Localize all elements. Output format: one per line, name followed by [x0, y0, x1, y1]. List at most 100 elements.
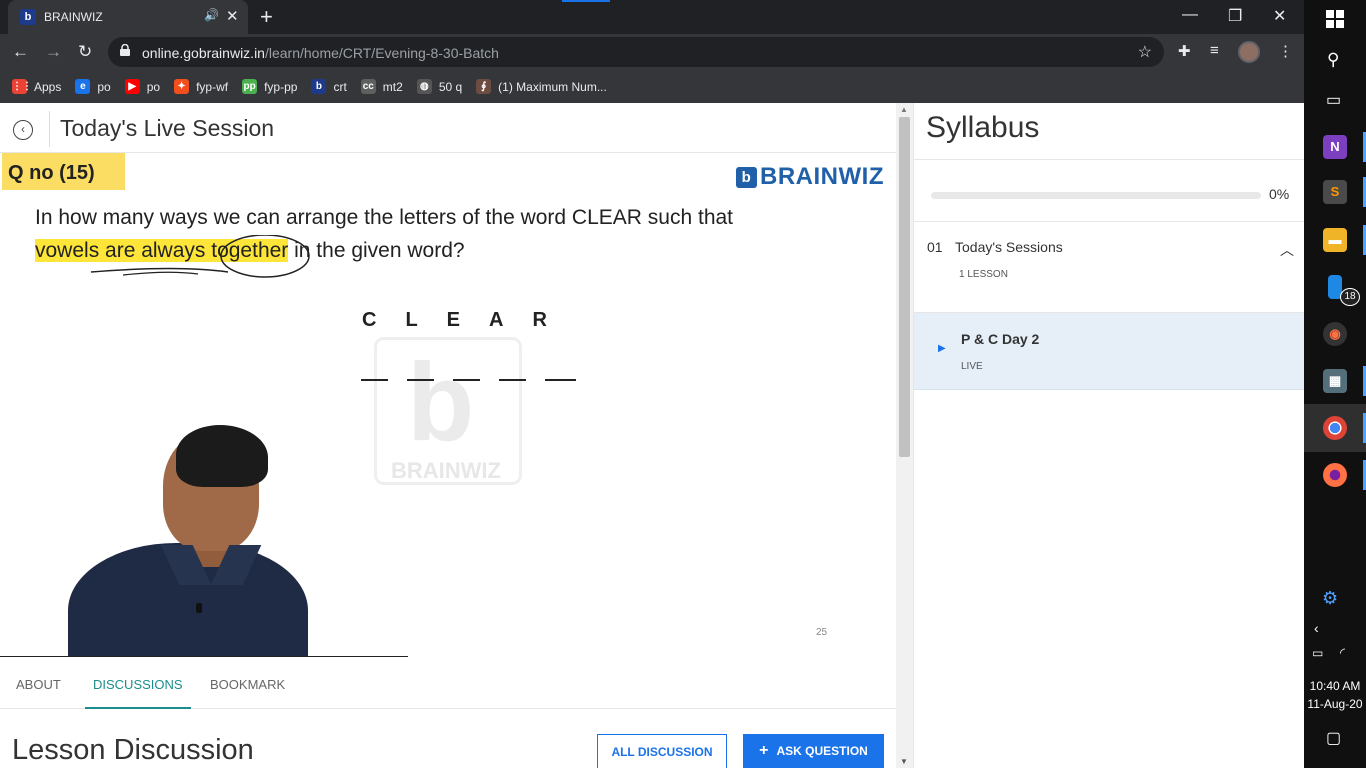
- tab-bookmark[interactable]: BOOKMARK: [202, 677, 293, 709]
- task-view-icon[interactable]: ▭: [1326, 90, 1341, 110]
- tab-strip-accent: [562, 0, 610, 2]
- bookmark-item[interactable]: e po: [75, 79, 111, 94]
- presenter-video: [0, 423, 408, 657]
- question-line-1: In how many ways we can arrange the lett…: [35, 206, 734, 229]
- lapel-mic: [196, 603, 202, 613]
- brainwiz-logo-icon: b: [736, 166, 757, 188]
- windows-start-icon[interactable]: [1326, 10, 1344, 28]
- bookmark-item[interactable]: ▶ po: [124, 79, 161, 94]
- tab-discussions[interactable]: DISCUSSIONS: [85, 677, 191, 709]
- profile-avatar[interactable]: [1238, 41, 1260, 63]
- scroll-down-icon[interactable]: ▼: [900, 757, 908, 766]
- lesson-discussion-title: Lesson Discussion: [12, 734, 254, 766]
- file-explorer-icon[interactable]: ▬: [1323, 228, 1347, 252]
- apps-grid-icon: ⋮⋮: [12, 79, 32, 94]
- clock-date[interactable]: 11-Aug-20: [1304, 697, 1366, 711]
- pen-annotation: [90, 235, 310, 278]
- back-arrow-icon[interactable]: ←: [12, 42, 29, 62]
- chevron-up-icon[interactable]: ︿: [1280, 240, 1294, 260]
- close-icon[interactable]: ✕: [1273, 6, 1286, 26]
- extensions-icon[interactable]: ✚: [1178, 42, 1191, 60]
- syllabus-section[interactable]: 01 Today's Sessions 1 LESSON ︿: [914, 221, 1305, 313]
- all-discussion-button[interactable]: ALL DISCUSSION: [597, 734, 727, 768]
- notification-center-icon[interactable]: ▢: [1326, 728, 1341, 748]
- brainwiz-logo: b BRAINWIZ: [736, 163, 884, 191]
- question-number: Q no (15): [8, 162, 95, 184]
- tab-audio-icon[interactable]: 🔊: [204, 8, 219, 22]
- bookmark-label: po: [146, 79, 161, 94]
- remote-assist-icon[interactable]: ⚙: [1322, 588, 1338, 609]
- media-control-icon[interactable]: ≡: [1210, 42, 1219, 59]
- tab-about[interactable]: ABOUT: [8, 677, 69, 709]
- bookmark-label: fyp-wf: [196, 79, 229, 94]
- bookmark-label: crt: [333, 79, 347, 94]
- page-scrollbar[interactable]: ▲ ▼: [896, 103, 913, 768]
- scroll-up-icon[interactable]: ▲: [900, 105, 908, 114]
- lesson-tabs: ABOUT DISCUSSIONS BOOKMARK: [0, 669, 896, 709]
- letter-blank: [407, 379, 434, 381]
- ask-question-button[interactable]: + ASK QUESTION: [743, 734, 884, 768]
- address-row: ← → ↻ online.gobrainwiz.in/learn/home/CR…: [0, 34, 1304, 70]
- question-number-box: Q no (15): [2, 153, 125, 190]
- progress-label: 0%: [1269, 186, 1290, 202]
- header-divider: [49, 111, 50, 147]
- lock-icon: [120, 44, 130, 56]
- chevron-left-icon[interactable]: ‹: [1314, 620, 1319, 636]
- wifi-icon[interactable]: ◜: [1340, 645, 1345, 661]
- cc-icon: cc: [360, 79, 376, 94]
- bookmark-item[interactable]: pp fyp-pp: [242, 79, 297, 94]
- omnibox[interactable]: online.gobrainwiz.in/learn/home/CRT/Even…: [108, 37, 1164, 67]
- search-icon[interactable]: ⚲: [1327, 50, 1339, 70]
- bookmark-label: mt2: [382, 79, 403, 94]
- browser-tab[interactable]: b BRAINWIZ 🔊 ✕: [8, 0, 248, 34]
- bookmark-label: Apps: [34, 79, 62, 94]
- bookmark-item[interactable]: b crt: [311, 79, 347, 94]
- slide-number: 25: [816, 627, 828, 638]
- figma-icon: ✦: [174, 79, 190, 94]
- battery-icon[interactable]: ▭: [1312, 646, 1323, 660]
- bookmark-label: po: [97, 79, 111, 94]
- calculator-icon[interactable]: ▦: [1323, 369, 1347, 393]
- tab-close-icon[interactable]: ✕: [226, 7, 239, 25]
- progress-bar: [931, 192, 1261, 199]
- url-text[interactable]: online.gobrainwiz.in/learn/home/CRT/Even…: [142, 45, 499, 61]
- brainwiz-icon: b: [311, 79, 327, 94]
- menu-kebab-icon[interactable]: ⋮: [1278, 42, 1293, 60]
- windows-taskbar: ⚲ ▭ N S ▬ 18 ◉ ▦ ⚙ ‹ ▭ ◜ 10:40 AM 11-Aug…: [1304, 0, 1366, 768]
- bookmark-item[interactable]: cc mt2: [360, 79, 403, 94]
- bookmark-item[interactable]: ◍ 50 q: [416, 79, 462, 94]
- lesson-panel: ‹ Today's Live Session Q no (15) b BRAIN…: [0, 103, 896, 768]
- ask-question-label: ASK QUESTION: [776, 744, 868, 758]
- bookmark-item[interactable]: ⋮⋮ Apps: [12, 79, 61, 94]
- scrollbar-thumb[interactable]: [899, 117, 910, 457]
- firefox-icon[interactable]: [1323, 463, 1347, 487]
- bookmark-star-icon[interactable]: ☆: [1138, 42, 1152, 62]
- minimize-icon[interactable]: —: [1182, 6, 1198, 24]
- chrome-icon[interactable]: [1323, 416, 1347, 440]
- new-tab-icon[interactable]: +: [260, 4, 273, 30]
- presenter-hair: [176, 425, 268, 487]
- restore-icon[interactable]: ❐: [1228, 6, 1242, 26]
- bookmark-item[interactable]: ∮ (1) Maximum Num...: [476, 79, 607, 94]
- globe-icon: ◍: [416, 79, 432, 94]
- media-player-icon[interactable]: ◉: [1323, 322, 1347, 346]
- tab-title: BRAINWIZ: [44, 10, 103, 24]
- session-header: ‹ Today's Live Session: [0, 103, 896, 153]
- reload-icon[interactable]: ↻: [78, 42, 92, 62]
- letter-blank: [361, 379, 388, 381]
- onenote-icon[interactable]: N: [1323, 135, 1347, 159]
- clock-time[interactable]: 10:40 AM: [1304, 679, 1366, 693]
- syllabus-panel: Syllabus 0% 01 Today's Sessions 1 LESSON…: [913, 103, 1305, 768]
- back-circle-icon[interactable]: ‹: [13, 120, 33, 140]
- forward-arrow-icon[interactable]: →: [45, 42, 62, 62]
- person-icon: ∮: [476, 79, 492, 94]
- video-player[interactable]: Q no (15) b BRAINWIZ In how many ways we…: [0, 153, 896, 657]
- letter-blank: [453, 379, 480, 381]
- notification-badge: 18: [1340, 288, 1360, 306]
- sublime-icon[interactable]: S: [1323, 180, 1347, 204]
- bookmark-item[interactable]: ✦ fyp-wf: [174, 79, 228, 94]
- watermark-logo-icon: b: [407, 341, 475, 464]
- lesson-item[interactable]: ▶ P & C Day 2 LIVE: [914, 313, 1305, 390]
- letter-blank: [545, 379, 576, 381]
- bookmarks-bar: ⋮⋮ Apps e po ▶ po ✦ fyp-wf pp fyp-pp b crt cc mt2 ◍ 50 …: [0, 70, 1304, 103]
